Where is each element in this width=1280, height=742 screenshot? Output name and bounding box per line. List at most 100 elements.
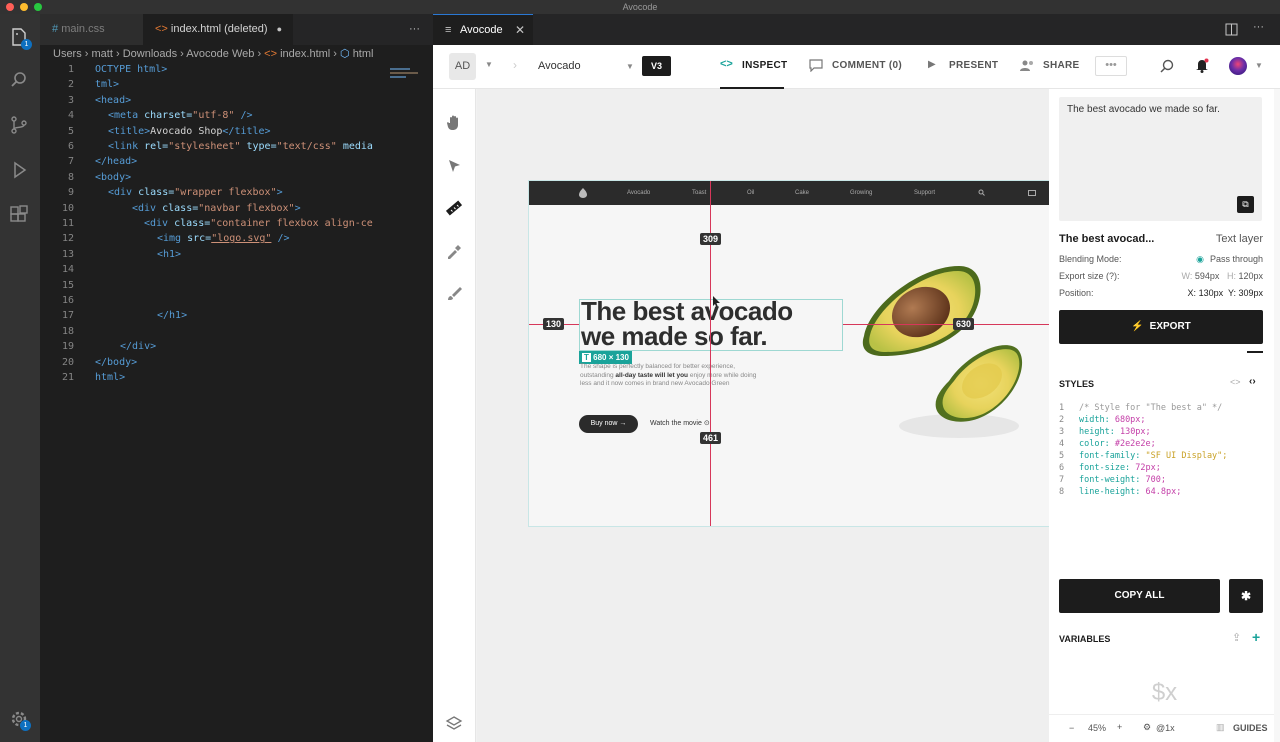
- line-number: 10: [61, 202, 74, 214]
- version-badge[interactable]: V3: [642, 56, 671, 76]
- breadcrumb-matt[interactable]: matt: [92, 48, 113, 60]
- zoom-level[interactable]: 45%: [1088, 723, 1106, 733]
- split-editor-icon[interactable]: [1225, 23, 1238, 36]
- tab-index-html[interactable]: <> index.html (deleted) ●: [143, 14, 293, 45]
- share-icon[interactable]: ⇪: [1232, 631, 1241, 644]
- eye-icon[interactable]: ◉: [1196, 254, 1204, 264]
- hand-tool-icon[interactable]: [445, 114, 463, 132]
- code-line: <title>Avocado Shop</title>: [108, 125, 271, 137]
- zoom-window-button[interactable]: [34, 3, 42, 11]
- site-nav-avocado: Avocado: [627, 190, 651, 196]
- distance-left-label: 130: [543, 318, 565, 330]
- tab-avocode[interactable]: ≡ Avocode ✕: [433, 14, 533, 45]
- eyedropper-tool-icon[interactable]: [445, 242, 463, 260]
- preview-icon: ≡: [445, 24, 452, 36]
- chevron-down-icon[interactable]: ▼: [626, 62, 634, 71]
- hero-paragraph: The shape is perfectly balanced for bett…: [580, 363, 757, 387]
- avocado-logo-icon: [579, 188, 587, 198]
- line-number: 8: [67, 171, 74, 183]
- code-icon: <>: [720, 58, 733, 70]
- layers-icon[interactable]: [445, 715, 463, 733]
- tab-main-css[interactable]: # main.css: [40, 14, 143, 45]
- line-number: 19: [61, 341, 74, 353]
- blending-value: ◉ Pass through: [1196, 254, 1263, 264]
- distance-top-label: 309: [700, 233, 722, 245]
- project-name[interactable]: Avocado: [538, 60, 581, 72]
- chevron-down-icon[interactable]: ▼: [1255, 61, 1263, 70]
- avocode-app: ≡ Avocode ✕ ··· AD ▼ › Avocado ▼ V3 <> I…: [433, 14, 1280, 742]
- extensions-icon[interactable]: [8, 204, 30, 226]
- site-nav-oil: Oil: [747, 190, 755, 196]
- editor-more-button[interactable]: ···: [397, 14, 420, 45]
- watch-movie-link: Watch the movie ⊙: [650, 420, 710, 427]
- code-line: <head>: [95, 94, 132, 106]
- zoom-out-button[interactable]: −: [1069, 723, 1074, 733]
- minimap[interactable]: [390, 66, 422, 88]
- style-line: 6 font-size: 72px;: [1059, 463, 1161, 473]
- breadcrumb-downloads[interactable]: Downloads: [123, 48, 177, 60]
- breadcrumb-html[interactable]: html: [353, 48, 374, 60]
- chevron-down-icon[interactable]: ▼: [485, 60, 493, 69]
- code-line: </body>: [95, 356, 138, 368]
- settings-badge: 1: [20, 720, 31, 731]
- close-window-button[interactable]: [6, 3, 14, 11]
- style-line: 2 width: 680px;: [1059, 415, 1146, 425]
- minimize-window-button[interactable]: [20, 3, 28, 11]
- settings-icon[interactable]: ⚙: [1143, 722, 1151, 733]
- settings-gear-icon[interactable]: ✱: [1229, 579, 1263, 613]
- panel-scrollbar[interactable]: [1274, 89, 1280, 742]
- profile-avatar[interactable]: [1229, 57, 1247, 75]
- search-icon[interactable]: [1160, 59, 1174, 73]
- play-circle-icon: ⊙: [703, 420, 710, 427]
- ruler-tool-icon[interactable]: [445, 199, 463, 217]
- select-tool-icon[interactable]: [445, 157, 463, 175]
- code-line: <body>: [95, 171, 132, 183]
- code-line: html>: [95, 372, 126, 383]
- line-number: 6: [67, 141, 74, 152]
- close-tab-icon[interactable]: ✕: [515, 23, 525, 37]
- line-number: 15: [61, 279, 74, 291]
- bell-icon[interactable]: [1195, 58, 1209, 73]
- zoom-in-button[interactable]: +: [1117, 722, 1122, 732]
- editor-tabs: # main.css <> index.html (deleted) ● ···: [40, 14, 433, 45]
- add-variable-icon[interactable]: +: [1252, 629, 1260, 645]
- line-number: 2: [67, 79, 74, 91]
- tab-present[interactable]: ▶ PRESENT: [928, 45, 1008, 89]
- code-line: OCTYPE html>: [95, 64, 168, 75]
- position-value: X: 130px Y: 309px: [1187, 288, 1263, 298]
- export-size-value: W: 594px H: 120px: [1181, 271, 1263, 281]
- run-debug-icon[interactable]: [8, 159, 30, 181]
- code-toggle-icon[interactable]: <>: [1230, 377, 1241, 387]
- text-type-icon: T: [582, 353, 591, 362]
- more-options-button[interactable]: •••: [1095, 56, 1127, 76]
- brush-tool-icon[interactable]: [445, 285, 463, 303]
- copy-icon[interactable]: ⧉: [1237, 196, 1254, 213]
- code-line: <h1>: [157, 248, 182, 260]
- breadcrumb-users[interactable]: Users: [53, 48, 82, 60]
- more-actions-button[interactable]: ···: [1253, 21, 1264, 33]
- user-avatar[interactable]: AD: [449, 53, 476, 80]
- text-preview-box: The best avocado we made so far. ⧉: [1059, 97, 1262, 221]
- code-expand-icon[interactable]: ‹›: [1249, 376, 1256, 387]
- activity-bar: 1 1: [0, 14, 40, 742]
- guides-button[interactable]: GUIDES: [1233, 723, 1268, 733]
- line-number: 17: [61, 310, 74, 322]
- tab-share[interactable]: SHARE: [1020, 45, 1090, 89]
- avocode-toolbar: AD ▼ › Avocado ▼ V3 <> INSPECT COMMENT (…: [433, 45, 1280, 89]
- scale-value[interactable]: @1x: [1156, 723, 1175, 733]
- tab-comment[interactable]: COMMENT (0): [809, 45, 909, 89]
- search-icon[interactable]: [8, 69, 30, 91]
- copy-all-button[interactable]: COPY ALL: [1059, 579, 1220, 613]
- design-canvas[interactable]: Avocado Toast Oil Cake Growing Support T…: [477, 89, 1085, 742]
- breadcrumb-avocode-web[interactable]: Avocode Web: [186, 48, 254, 60]
- code-line: <meta charset="utf-8" />: [108, 110, 253, 122]
- inspect-panel: The best avocado we made so far. ⧉ The b…: [1049, 89, 1280, 742]
- tab-inspect[interactable]: <> INSPECT: [720, 45, 787, 89]
- code-line: <div class="navbar flexbox">: [132, 202, 301, 214]
- users-icon: [1020, 60, 1033, 71]
- source-control-icon[interactable]: [8, 114, 30, 136]
- artboard[interactable]: Avocado Toast Oil Cake Growing Support T…: [528, 180, 1085, 527]
- export-button[interactable]: ⚡ EXPORT: [1059, 310, 1263, 344]
- breadcrumb-index-html[interactable]: index.html: [280, 48, 330, 60]
- styles-code[interactable]: 1/* Style for "The best a" */ 2 width: 680…: [1059, 402, 1227, 498]
